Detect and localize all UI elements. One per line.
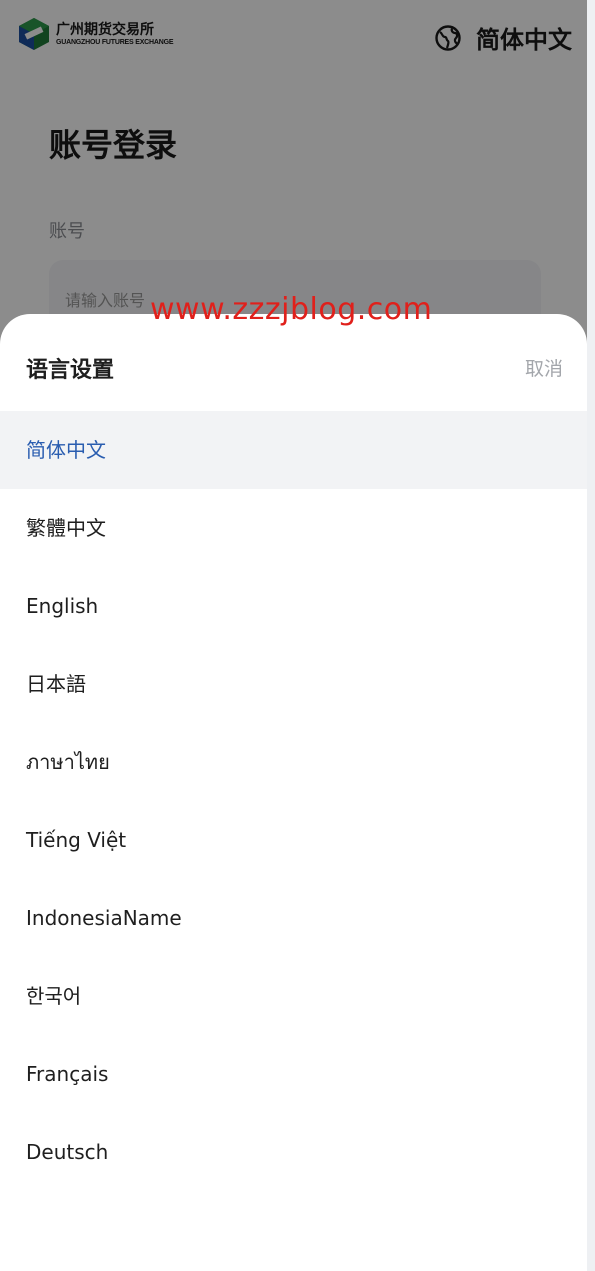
- language-option-zh-hant[interactable]: 繁體中文: [0, 489, 587, 567]
- scrollbar-track: [587, 0, 595, 1271]
- language-option-ko[interactable]: 한국어: [0, 957, 587, 1035]
- watermark-text: www.zzzjblog.com: [150, 292, 433, 327]
- sheet-title: 语言设置: [26, 358, 115, 383]
- language-option-ja[interactable]: 日本語: [0, 645, 587, 723]
- language-list: 简体中文 繁體中文 English 日本語 ภาษาไทย Tiếng Việt…: [0, 411, 587, 1191]
- language-sheet: 语言设置 取消 简体中文 繁體中文 English 日本語 ภาษาไทย Ti…: [0, 314, 587, 1271]
- language-option-en[interactable]: English: [0, 567, 587, 645]
- cancel-button[interactable]: 取消: [525, 354, 563, 381]
- language-option-fr[interactable]: Français: [0, 1035, 587, 1113]
- language-option-id[interactable]: IndonesiaName: [0, 879, 587, 957]
- page: 广州期货交易所 GUANGZHOU FUTURES EXCHANGE 简体中文 …: [0, 0, 587, 1271]
- language-option-de[interactable]: Deutsch: [0, 1113, 587, 1191]
- sheet-header: 语言设置 取消: [0, 314, 587, 411]
- language-option-zh-hans[interactable]: 简体中文: [0, 411, 587, 489]
- language-option-vi[interactable]: Tiếng Việt: [0, 801, 587, 879]
- language-option-th[interactable]: ภาษาไทย: [0, 723, 587, 801]
